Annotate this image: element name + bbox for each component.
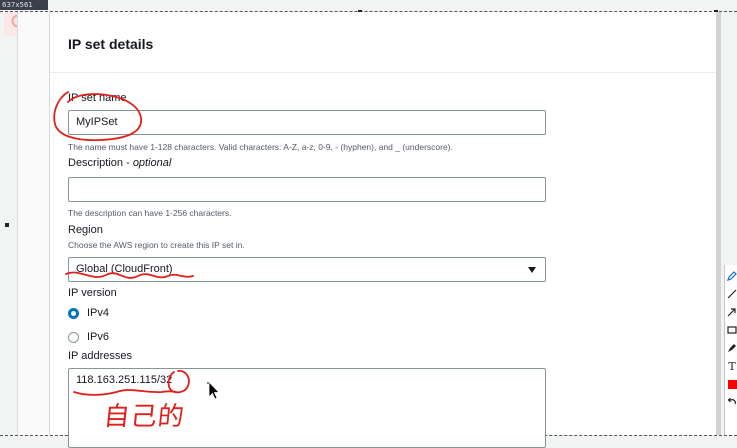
left-navigation-rail — [17, 12, 51, 435]
description-hint: The description can have 1-256 character… — [68, 208, 232, 218]
ipv6-radio-label[interactable]: IPv6 — [87, 331, 109, 343]
handwritten-note: 自己的 — [102, 402, 187, 432]
color-swatch[interactable] — [726, 377, 737, 391]
ip-set-name-label: IP set name — [68, 92, 127, 104]
capture-handle-left[interactable] — [5, 223, 9, 227]
region-select[interactable]: Global (CloudFront) — [68, 257, 546, 282]
description-optional-tag: optional — [132, 157, 172, 169]
description-label-separator: - — [123, 157, 133, 169]
ip-set-name-hint: The name must have 1-128 characters. Val… — [68, 142, 453, 152]
description-label: Description - optional — [68, 157, 171, 169]
ip-set-name-input[interactable]: MyIPSet — [68, 110, 546, 135]
ipv6-radio[interactable] — [68, 332, 79, 343]
description-label-text: Description — [68, 157, 124, 169]
marker-icon[interactable] — [726, 341, 737, 355]
capture-size-badge: 637x561 — [0, 0, 48, 10]
ip-set-details-panel: IP set details IP set name MyIPSet The n… — [49, 12, 717, 448]
ipv4-radio-label[interactable]: IPv4 — [87, 307, 109, 319]
ip-version-label: IP version — [68, 287, 117, 299]
description-input[interactable] — [68, 177, 546, 202]
line-icon[interactable] — [726, 287, 737, 301]
arrow-icon[interactable] — [726, 305, 737, 319]
annotation-toolbar: T — [724, 265, 737, 435]
region-hint: Choose the AWS region to create this IP … — [68, 240, 245, 250]
text-icon[interactable]: T — [726, 359, 737, 373]
rectangle-icon[interactable] — [726, 323, 737, 337]
pen-icon[interactable] — [726, 269, 737, 283]
undo-icon[interactable] — [726, 395, 737, 409]
caret-down-icon — [528, 267, 536, 273]
ip-addresses-label: IP addresses — [68, 350, 133, 362]
panel-title: IP set details — [68, 36, 154, 52]
region-select-value: Global (CloudFront) — [76, 263, 173, 275]
ipv4-radio[interactable] — [68, 308, 79, 319]
region-label: Region — [68, 224, 103, 236]
panel-header: IP set details — [50, 12, 717, 73]
